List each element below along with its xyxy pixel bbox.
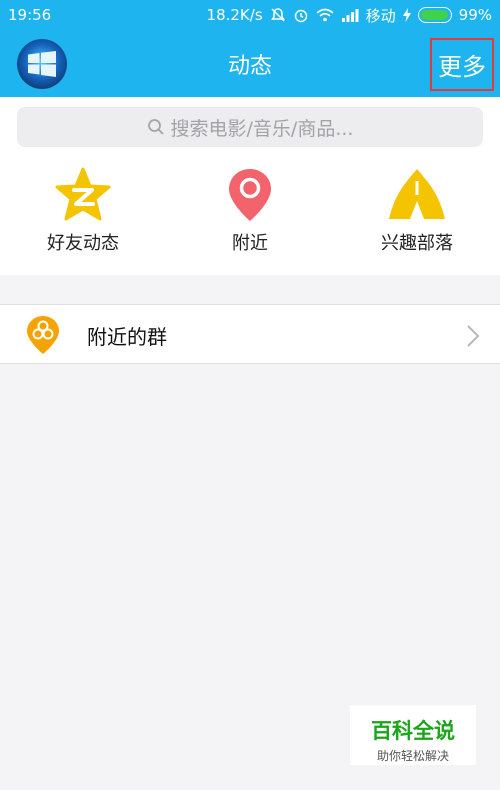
star-z-icon [55, 167, 111, 221]
watermark-title: 百科全说 [371, 719, 455, 743]
battery-icon [417, 7, 452, 23]
top-bar: 19:56 18.2K/s 移动 99% 动态 更多 [0, 0, 500, 97]
wifi-icon [316, 8, 334, 22]
page-title: 动态 [227, 54, 272, 79]
status-time: 19:56 [8, 6, 52, 24]
chevron-right-icon [467, 325, 480, 347]
watermark: 百科全说 助你轻松解决 [350, 705, 476, 765]
quick-action-interest-tribe[interactable]: 兴趣部落 [337, 167, 497, 255]
status-indicators: 18.2K/s 移动 99% [207, 5, 492, 26]
quick-action-label: 好友动态 [47, 233, 119, 254]
quick-action-friends-feed[interactable]: 好友动态 [3, 167, 163, 255]
group-pin-icon [27, 316, 59, 354]
tent-icon [389, 169, 445, 219]
location-pin-icon [229, 169, 271, 221]
quick-action-label: 兴趣部落 [381, 233, 453, 254]
nearby-groups-label: 附近的群 [87, 325, 167, 349]
more-button[interactable]: 更多 [430, 38, 494, 91]
alarm-icon [294, 9, 307, 23]
quick-action-nearby[interactable]: 附近 [170, 167, 330, 255]
charging-icon [402, 8, 411, 22]
search-bar[interactable]: 搜索电影/音乐/商品... [17, 107, 483, 147]
main-panel: 搜索电影/音乐/商品... 好友动态 附近 兴趣部落 [0, 97, 500, 275]
search-icon [147, 119, 164, 135]
quick-action-label: 附近 [232, 233, 268, 254]
battery-fill [420, 10, 449, 20]
search-placeholder: 搜索电影/音乐/商品... [170, 117, 354, 140]
carrier-name: 移动 [365, 6, 396, 25]
title-bar: 动态 更多 [0, 30, 500, 97]
battery-percent: 99% [458, 6, 492, 24]
signal-icon [341, 9, 359, 22]
nearby-groups-row[interactable]: 附近的群 [0, 304, 500, 364]
network-speed: 18.2K/s [206, 6, 263, 24]
mute-icon [270, 8, 285, 22]
watermark-subtitle: 助你轻松解决 [376, 749, 449, 763]
status-bar: 19:56 18.2K/s 移动 99% [0, 0, 500, 30]
